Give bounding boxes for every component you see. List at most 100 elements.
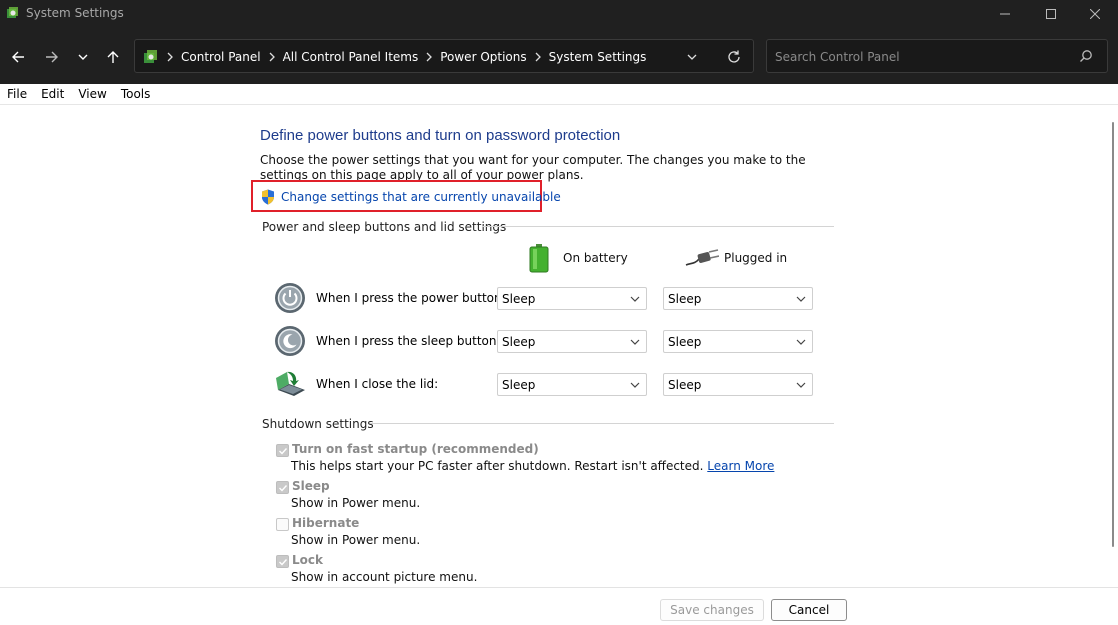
breadcrumb: Control Panel All Control Panel Items Po… xyxy=(143,49,646,65)
laptop-lid-icon xyxy=(276,371,305,396)
selected-value: Sleep xyxy=(668,292,702,306)
sleep-button-label: When I press the sleep button: xyxy=(316,334,501,348)
lock-checkbox[interactable] xyxy=(276,555,289,568)
menu-file[interactable]: File xyxy=(7,87,27,101)
page-title: Define power buttons and turn on passwor… xyxy=(260,127,621,144)
menu-bar: File Edit View Tools xyxy=(0,84,1118,105)
breadcrumb-system-settings[interactable]: System Settings xyxy=(549,50,647,64)
power-button-plugged-select[interactable]: Sleep xyxy=(663,287,813,310)
save-changes-button[interactable]: Save changes xyxy=(660,599,764,621)
control-panel-icon xyxy=(7,7,18,18)
checkmark-icon xyxy=(279,485,288,492)
maximize-button[interactable] xyxy=(1028,0,1074,28)
chevron-down-icon[interactable] xyxy=(685,50,699,64)
power-button-battery-select[interactable]: Sleep xyxy=(497,287,647,310)
forward-button[interactable] xyxy=(41,46,63,68)
hibernate-description: Show in Power menu. xyxy=(291,533,421,547)
power-button-row: When I press the power button: Sleep Sle… xyxy=(274,282,834,316)
menu-edit[interactable]: Edit xyxy=(41,87,64,101)
selected-value: Sleep xyxy=(668,378,702,392)
vertical-scrollbar[interactable] xyxy=(1109,105,1118,587)
selected-value: Sleep xyxy=(668,335,702,349)
lid-close-label: When I close the lid: xyxy=(316,377,439,391)
sleep-button-battery-select[interactable]: Sleep xyxy=(497,330,647,353)
lid-close-row: When I close the lid: Sleep Sleep xyxy=(274,368,834,402)
recent-locations-button[interactable] xyxy=(72,46,94,68)
arrow-left-icon xyxy=(12,51,24,63)
fast-startup-description: This helps start your PC faster after sh… xyxy=(291,459,774,473)
column-header-plugged: Plugged in xyxy=(685,248,787,268)
cancel-button[interactable]: Cancel xyxy=(771,599,847,621)
close-button[interactable] xyxy=(1072,0,1118,28)
breadcrumb-control-panel[interactable]: Control Panel xyxy=(181,50,261,64)
window-title: System Settings xyxy=(26,6,124,20)
checkmark-icon xyxy=(279,559,288,566)
minimize-icon xyxy=(1000,13,1010,15)
minimize-button[interactable] xyxy=(982,0,1028,28)
footer-bar: Save changes Cancel xyxy=(0,587,1118,625)
search-input[interactable] xyxy=(775,48,1065,66)
change-settings-link[interactable]: Change settings that are currently unava… xyxy=(251,180,561,212)
control-panel-icon xyxy=(144,50,157,63)
lid-close-battery-select[interactable]: Sleep xyxy=(497,373,647,396)
power-section-title: Power and sleep buttons and lid settings xyxy=(262,220,507,234)
lid-close-plugged-select[interactable]: Sleep xyxy=(663,373,813,396)
chevron-right-icon xyxy=(269,52,275,62)
page-description: Choose the power settings that you want … xyxy=(260,153,806,182)
close-icon xyxy=(1090,9,1100,19)
menu-tools[interactable]: Tools xyxy=(121,87,151,101)
chevron-right-icon xyxy=(535,52,541,62)
chevron-down-icon xyxy=(796,339,806,345)
chevron-down-icon xyxy=(796,382,806,388)
chevron-down-icon xyxy=(78,54,88,60)
column-header-battery: On battery xyxy=(527,243,628,273)
column-plugged-label: Plugged in xyxy=(724,251,788,265)
learn-more-link[interactable]: Learn More xyxy=(707,459,774,473)
hibernate-checkbox[interactable] xyxy=(276,518,289,531)
back-button[interactable] xyxy=(7,46,29,68)
sleep-label: Sleep xyxy=(292,479,330,493)
selected-value: Sleep xyxy=(502,378,536,392)
content-area: Define power buttons and turn on passwor… xyxy=(0,105,1118,587)
sleep-description: Show in Power menu. xyxy=(291,496,421,510)
arrow-right-icon xyxy=(46,51,58,63)
power-button-label: When I press the power button: xyxy=(316,291,506,305)
chevron-down-icon xyxy=(630,296,640,302)
sleep-button-plugged-select[interactable]: Sleep xyxy=(663,330,813,353)
selected-value: Sleep xyxy=(502,335,536,349)
lock-description: Show in account picture menu. xyxy=(291,570,478,584)
fast-startup-label: Turn on fast startup (recommended) xyxy=(292,442,539,456)
selected-value: Sleep xyxy=(502,292,536,306)
maximize-icon xyxy=(1046,9,1056,19)
breadcrumb-power-options[interactable]: Power Options xyxy=(440,50,526,64)
battery-icon xyxy=(529,244,549,273)
change-settings-link-text[interactable]: Change settings that are currently unava… xyxy=(281,190,561,204)
menu-view[interactable]: View xyxy=(78,87,106,101)
chevron-down-icon xyxy=(630,382,640,388)
power-button-icon xyxy=(275,283,305,313)
sleep-checkbox[interactable] xyxy=(276,481,289,494)
chevron-down-icon xyxy=(796,296,806,302)
shutdown-section-title: Shutdown settings xyxy=(262,417,374,431)
title-bar: System Settings xyxy=(0,0,1118,28)
checkmark-icon xyxy=(279,448,288,455)
address-bar[interactable]: Control Panel All Control Panel Items Po… xyxy=(134,39,754,73)
arrow-up-icon xyxy=(107,51,119,63)
chevron-right-icon xyxy=(167,52,173,62)
column-battery-label: On battery xyxy=(563,251,628,265)
chevron-down-icon xyxy=(630,339,640,345)
refresh-icon[interactable] xyxy=(725,48,743,66)
search-box[interactable] xyxy=(766,39,1108,73)
uac-shield-icon xyxy=(262,189,274,205)
navigation-bar: Control Panel All Control Panel Items Po… xyxy=(0,28,1118,84)
search-icon[interactable] xyxy=(1079,49,1093,63)
breadcrumb-all-items[interactable]: All Control Panel Items xyxy=(283,50,419,64)
fast-startup-checkbox[interactable] xyxy=(276,444,289,457)
scrollbar-thumb[interactable] xyxy=(1112,122,1114,547)
section-divider xyxy=(370,423,834,424)
lock-label: Lock xyxy=(292,553,323,567)
sleep-button-icon xyxy=(275,326,305,356)
up-button[interactable] xyxy=(102,46,124,68)
chevron-right-icon xyxy=(426,52,433,62)
power-plug-icon xyxy=(685,249,719,266)
